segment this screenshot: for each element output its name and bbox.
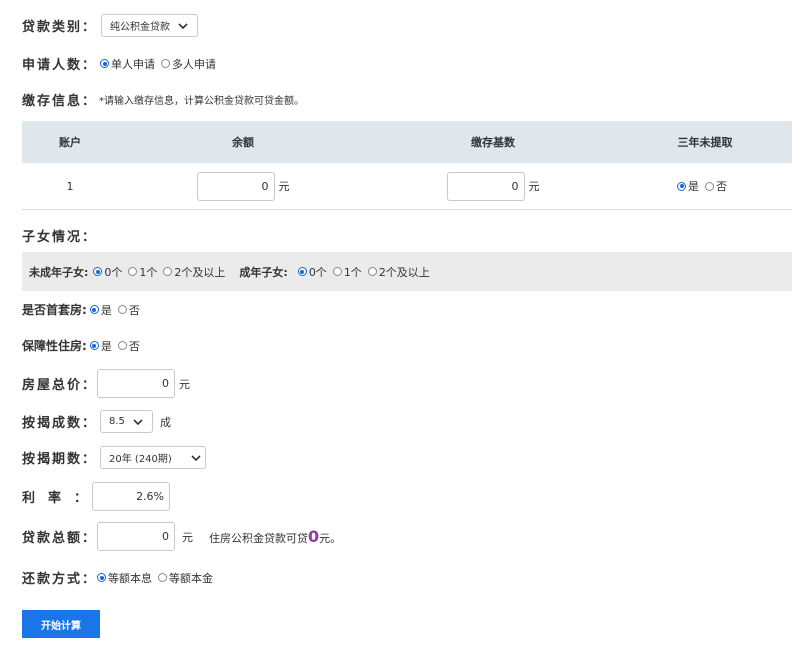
chevron-down-icon bbox=[191, 454, 201, 461]
col-account: 账户 bbox=[59, 136, 81, 149]
mortgage-term-select[interactable]: 20年 (240期) bbox=[100, 446, 207, 469]
table-header: 账户 余额 缴存基数 三年未提取 bbox=[22, 121, 792, 163]
total-price-input[interactable]: 0 bbox=[97, 369, 176, 398]
loan-type-row: 贷款类别： 纯公积金贷款 bbox=[22, 14, 199, 37]
loan-total-input[interactable]: 0 bbox=[97, 522, 176, 551]
deposit-table: 账户 余额 缴存基数 三年未提取 1 0 元 0 元 是 否 bbox=[22, 121, 792, 210]
mortgage-ratio-select[interactable]: 8.5 bbox=[100, 410, 154, 433]
applicants-multi-radio[interactable]: 多人申请 bbox=[161, 56, 216, 72]
mortgage-ratio-label: 按揭成数： bbox=[22, 416, 98, 431]
applicants-label: 申请人数： bbox=[22, 58, 98, 73]
loan-total-unit: 元 bbox=[182, 530, 194, 544]
col-balance: 余额 bbox=[232, 136, 254, 149]
mortgage-term-value: 20年 (240期) bbox=[109, 454, 172, 465]
loan-total-row: 贷款总额： 0 元 住房公积金贷款可贷0元。 bbox=[22, 522, 341, 551]
mortgage-ratio-value: 8.5 bbox=[109, 416, 125, 427]
rate-row: 利 率 ： 2.6% bbox=[22, 482, 171, 511]
rate-input[interactable]: 2.6% bbox=[92, 482, 171, 511]
mortgage-term-row: 按揭期数： 20年 (240期) bbox=[22, 446, 207, 469]
col-base: 缴存基数 bbox=[471, 136, 515, 149]
minor-0-radio[interactable]: 0个 bbox=[93, 264, 122, 280]
base-input[interactable]: 0 bbox=[446, 171, 525, 201]
start-calculate-button[interactable]: 开始计算 bbox=[22, 610, 100, 638]
mortgage-term-label: 按揭期数： bbox=[22, 452, 98, 467]
repay-equal-principal-radio[interactable]: 等额本金 bbox=[158, 570, 213, 586]
affordable-no-radio[interactable]: 否 bbox=[117, 338, 140, 354]
first-house-yes-radio[interactable]: 是 bbox=[89, 302, 112, 318]
affordable-row: 保障性住房: 是 否 bbox=[22, 337, 146, 354]
balance-input[interactable]: 0 bbox=[196, 171, 275, 201]
children-label: 子女情况： bbox=[22, 230, 98, 245]
first-house-label: 是否首套房: bbox=[22, 303, 87, 317]
children-row: 子女情况： bbox=[22, 226, 97, 245]
loan-amount-value: 0 bbox=[308, 527, 320, 546]
col-unwithdrawn: 三年未提取 bbox=[677, 136, 733, 149]
repay-equal-installment-radio[interactable]: 等额本息 bbox=[97, 570, 152, 586]
adult-children-label: 成年子女: bbox=[239, 265, 288, 279]
affordable-yes-radio[interactable]: 是 bbox=[89, 338, 112, 354]
row-index: 1 bbox=[66, 179, 74, 193]
chevron-down-icon bbox=[178, 22, 188, 29]
chevron-down-icon bbox=[133, 418, 143, 425]
loan-type-value: 纯公积金贷款 bbox=[110, 22, 171, 33]
total-price-label: 房屋总价： bbox=[22, 378, 98, 393]
minor-2plus-radio[interactable]: 2个及以上 bbox=[163, 264, 225, 280]
adult-2plus-radio[interactable]: 2个及以上 bbox=[367, 264, 430, 280]
table-row: 1 0 元 0 元 是 否 bbox=[22, 163, 792, 210]
first-house-row: 是否首套房: 是 否 bbox=[22, 301, 146, 318]
rate-label: 利 率 ： bbox=[22, 491, 88, 506]
affordable-label: 保障性住房: bbox=[22, 339, 87, 353]
deposit-row: 缴存信息： *请输入缴存信息，计算公积金贷款可贷金额。 bbox=[22, 90, 304, 109]
minor-1-radio[interactable]: 1个 bbox=[128, 264, 157, 280]
total-price-unit: 元 bbox=[179, 377, 191, 391]
loan-type-label: 贷款类别： bbox=[22, 20, 98, 35]
loan-total-note: 住房公积金贷款可贷0元。 bbox=[209, 527, 342, 546]
total-price-row: 房屋总价： 0 元 bbox=[22, 369, 190, 398]
base-unit: 元 bbox=[528, 180, 540, 193]
unwithdrawn-no-radio[interactable]: 否 bbox=[705, 178, 727, 194]
mortgage-ratio-unit: 成 bbox=[160, 415, 172, 429]
balance-unit: 元 bbox=[278, 180, 290, 193]
adult-1-radio[interactable]: 1个 bbox=[332, 264, 362, 280]
first-house-no-radio[interactable]: 否 bbox=[117, 302, 140, 318]
minor-children-label: 未成年子女: bbox=[29, 265, 89, 279]
repay-row: 还款方式： 等额本息 等额本金 bbox=[22, 568, 219, 588]
loan-total-label: 贷款总额： bbox=[22, 531, 98, 546]
mortgage-ratio-row: 按揭成数： 8.5 成 bbox=[22, 410, 171, 433]
deposit-hint: *请输入缴存信息，计算公积金贷款可贷金额。 bbox=[99, 96, 305, 107]
repay-label: 还款方式： bbox=[22, 572, 98, 587]
loan-type-select[interactable]: 纯公积金贷款 bbox=[101, 14, 199, 37]
children-bar: 未成年子女: 0个 1个 2个及以上 成年子女: 0个 1个 2个及以上 bbox=[22, 252, 792, 291]
applicants-row: 申请人数： 单人申请 多人申请 bbox=[22, 54, 222, 74]
unwithdrawn-yes-radio[interactable]: 是 bbox=[677, 178, 699, 194]
deposit-label: 缴存信息： bbox=[22, 94, 98, 109]
adult-0-radio[interactable]: 0个 bbox=[297, 264, 327, 280]
applicants-single-radio[interactable]: 单人申请 bbox=[100, 56, 155, 72]
